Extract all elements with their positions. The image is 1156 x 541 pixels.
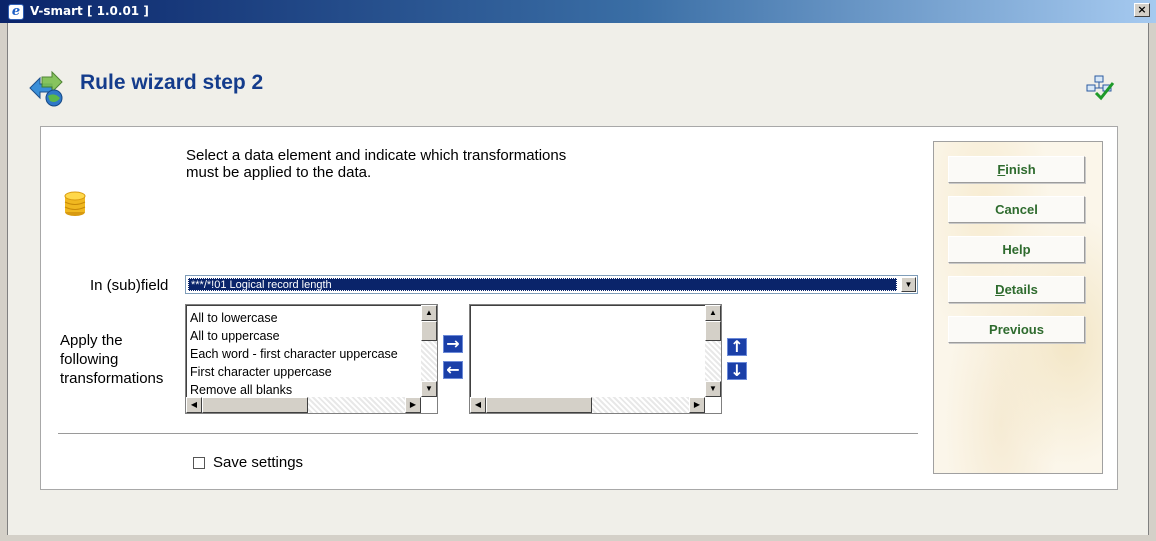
apply-label-line: Apply the <box>60 332 123 349</box>
remove-transformation-button[interactable]: ← <box>443 361 463 379</box>
scroll-up-icon[interactable]: ▲ <box>705 305 721 321</box>
scroll-right-icon[interactable]: ▶ <box>689 397 705 413</box>
subfield-selected-value: ***/*!01 Logical record length <box>188 278 897 291</box>
list-item[interactable]: First character uppercase <box>190 363 420 381</box>
apply-label-line: transformations <box>60 370 164 387</box>
workflow-check-icon[interactable] <box>1086 75 1116 101</box>
help-button[interactable]: Help <box>948 236 1085 263</box>
available-transformations-list[interactable]: All to lowercase All to uppercase Each w… <box>185 304 438 414</box>
list-item[interactable]: All to lowercase <box>190 309 420 327</box>
page-title: Rule wizard step 2 <box>80 71 264 94</box>
window-frame-right <box>1148 23 1156 541</box>
save-settings-checkbox[interactable] <box>193 457 205 469</box>
horizontal-scrollbar[interactable]: ◀ ▶ <box>186 397 421 413</box>
window-title: V-smart [ 1.0.01 ] <box>30 4 149 18</box>
scroll-thumb[interactable] <box>202 397 308 413</box>
scroll-up-icon[interactable]: ▲ <box>421 305 437 321</box>
close-button[interactable]: × <box>1134 3 1150 17</box>
vertical-scrollbar[interactable]: ▲ ▼ <box>421 305 437 397</box>
scroll-thumb[interactable] <box>705 321 721 341</box>
move-down-button[interactable]: ↓ <box>727 362 747 380</box>
ie-icon: e <box>8 4 24 20</box>
add-transformation-button[interactable]: → <box>443 335 463 353</box>
scroll-thumb[interactable] <box>486 397 592 413</box>
subfield-select[interactable]: ***/*!01 Logical record length ▼ <box>185 275 918 294</box>
details-label: etails <box>1004 282 1038 297</box>
action-panel: Finish Cancel Help Details Previous <box>933 141 1103 474</box>
rule-wizard-icon <box>29 70 63 107</box>
window-titlebar: e V-smart [ 1.0.01 ] × <box>0 0 1156 23</box>
database-icon <box>64 191 86 216</box>
window-frame-bottom <box>0 535 1156 541</box>
instruction-line: must be applied to the data. <box>186 164 372 181</box>
scroll-thumb[interactable] <box>421 321 437 341</box>
scroll-down-icon[interactable]: ▼ <box>705 381 721 397</box>
details-accel-key: D <box>995 282 1005 297</box>
scroll-down-icon[interactable]: ▼ <box>421 381 437 397</box>
list-item[interactable]: All to uppercase <box>190 327 420 345</box>
finish-label: inish <box>1005 162 1036 177</box>
selected-transformations-list[interactable]: ▲ ▼ ◀ ▶ <box>469 304 722 414</box>
list-item[interactable]: Each word - first character uppercase <box>190 345 420 363</box>
apply-label-line: following <box>60 351 119 368</box>
horizontal-scrollbar[interactable]: ◀ ▶ <box>470 397 705 413</box>
move-up-button[interactable]: ↑ <box>727 338 747 356</box>
scroll-left-icon[interactable]: ◀ <box>470 397 486 413</box>
list-item[interactable]: Remove all blanks <box>190 381 420 397</box>
vertical-scrollbar[interactable]: ▲ ▼ <box>705 305 721 397</box>
scroll-right-icon[interactable]: ▶ <box>405 397 421 413</box>
apply-transformations-label: Apply the following transformations <box>60 331 163 388</box>
previous-button[interactable]: Previous <box>948 316 1085 343</box>
finish-button[interactable]: Finish <box>948 156 1085 183</box>
details-button[interactable]: Details <box>948 276 1085 303</box>
window-frame-left <box>0 23 8 541</box>
chevron-down-icon[interactable]: ▼ <box>901 277 916 292</box>
save-settings-label[interactable]: Save settings <box>213 454 303 471</box>
subfield-label: In (sub)field <box>90 277 169 294</box>
scroll-left-icon[interactable]: ◀ <box>186 397 202 413</box>
instruction-line: Select a data element and indicate which… <box>186 147 567 164</box>
divider <box>58 433 918 434</box>
cancel-button[interactable]: Cancel <box>948 196 1085 223</box>
instruction-text: Select a data element and indicate which… <box>186 147 566 181</box>
